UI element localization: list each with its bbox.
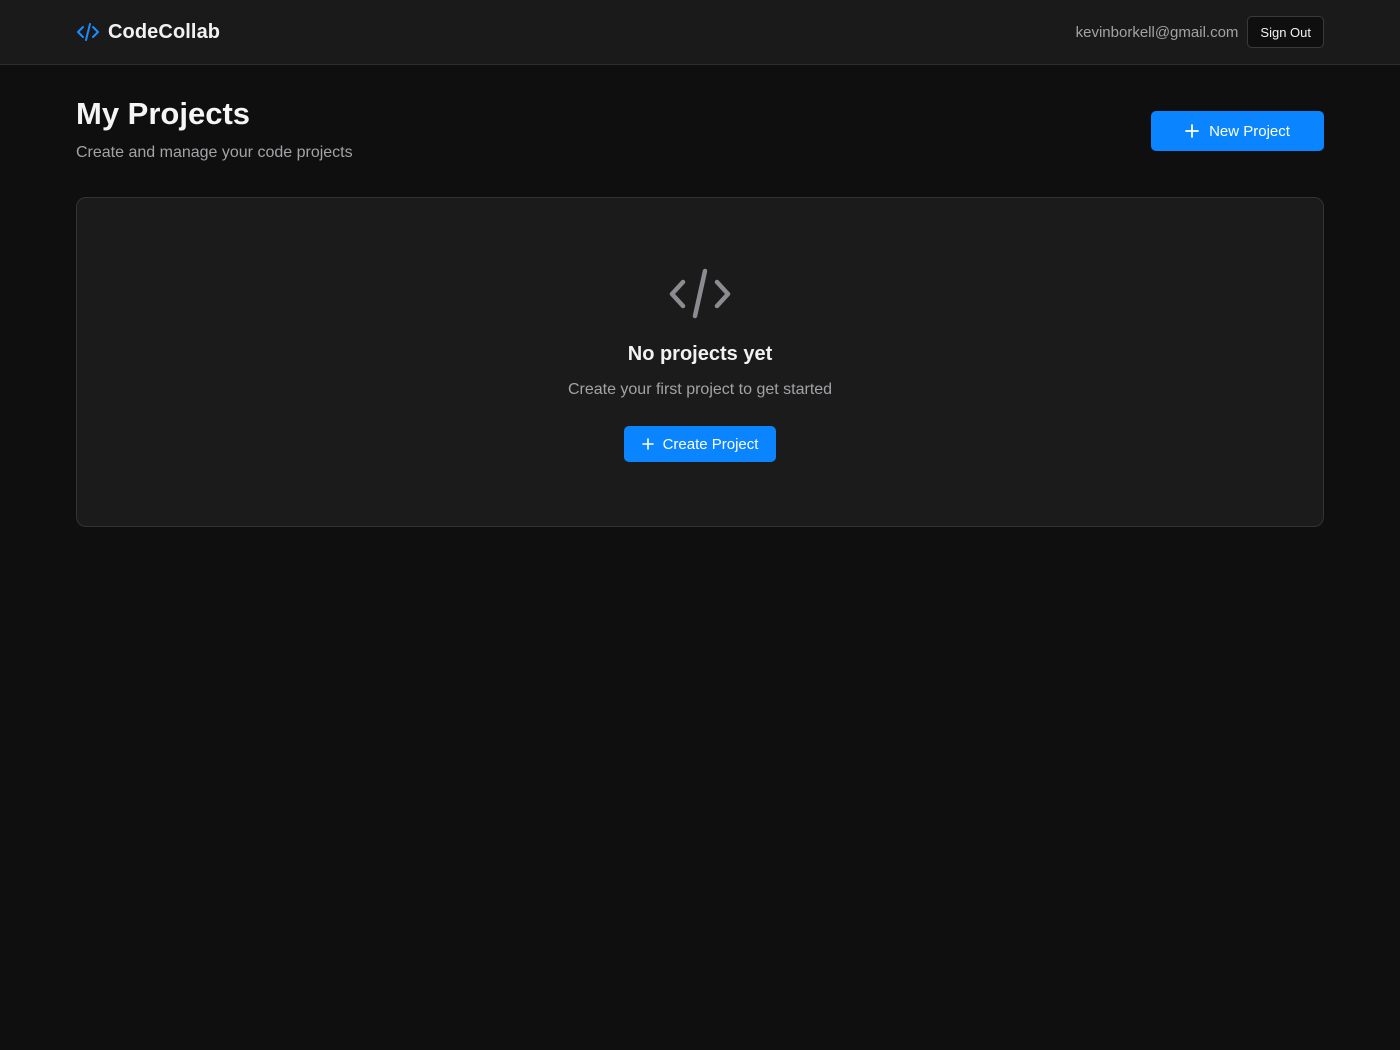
page-subtitle: Create and manage your code projects — [76, 144, 353, 161]
user-email: kevinborkell@gmail.com — [1075, 23, 1239, 41]
brand-logo-link[interactable]: CodeCollab — [76, 19, 220, 45]
create-project-button[interactable]: Create Project — [624, 426, 776, 462]
create-project-label: Create Project — [662, 435, 759, 453]
new-project-button[interactable]: New Project — [1151, 111, 1324, 151]
code-icon — [669, 268, 731, 319]
plus-icon — [1185, 124, 1199, 138]
plus-icon — [641, 438, 654, 450]
code-icon — [77, 23, 99, 41]
empty-state-description: Create your first project to get started — [567, 381, 833, 398]
brand-name: CodeCollab — [108, 20, 221, 43]
user-menu: kevinborkell@gmail.com Sign Out — [1076, 16, 1324, 48]
new-project-label: New Project — [1209, 122, 1290, 140]
empty-state-title: No projects yet — [627, 343, 773, 365]
top-navbar: CodeCollab kevinborkell@gmail.com Sign O… — [0, 0, 1400, 65]
page-title: My Projects — [76, 96, 251, 131]
sign-out-button[interactable]: Sign Out — [1247, 16, 1324, 48]
empty-projects-card: No projects yet Create your first projec… — [76, 197, 1324, 527]
